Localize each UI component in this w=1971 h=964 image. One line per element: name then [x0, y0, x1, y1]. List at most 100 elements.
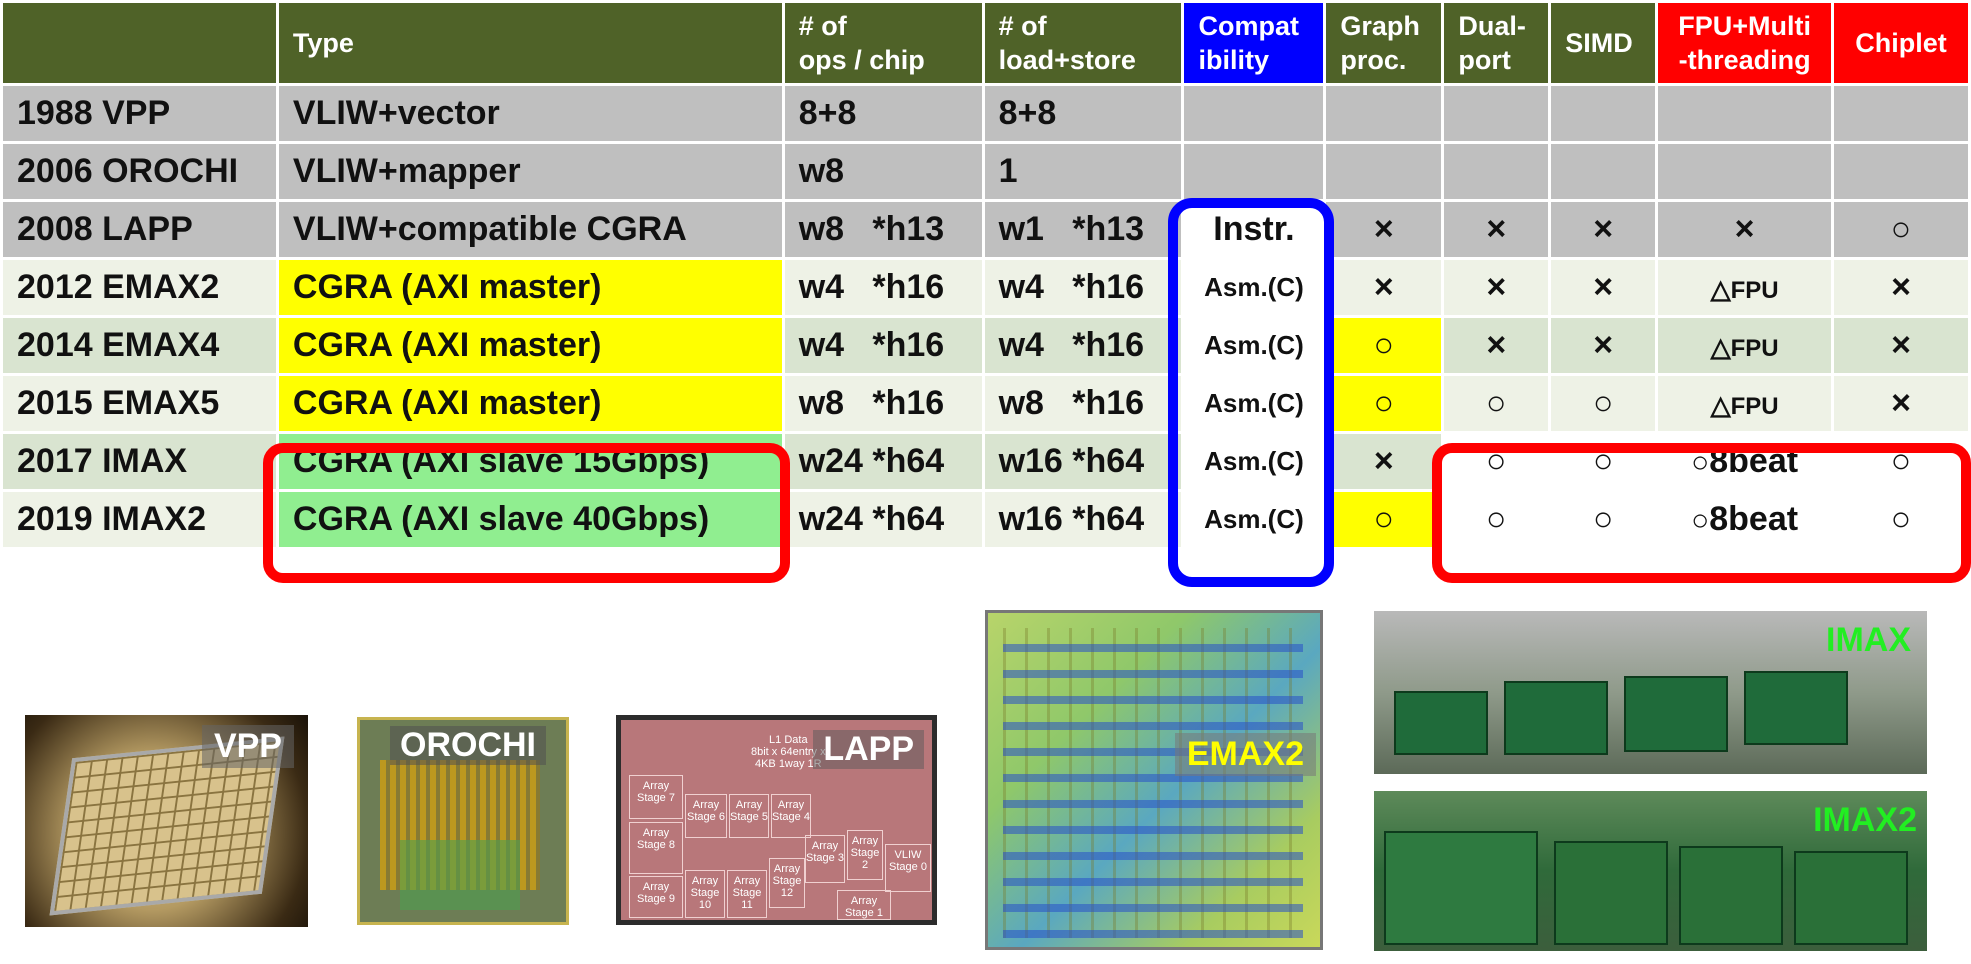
header-simd: SIMD: [1548, 0, 1659, 86]
comparison-table: Type # of ops / chip # of load+store Compa…: [0, 0, 1971, 550]
cell-graph: ○: [1323, 373, 1445, 434]
cell-type: CGRA (AXI slave 15Gbps): [275, 431, 785, 492]
cell-simd: ×: [1548, 199, 1659, 260]
cell-dual: ○: [1441, 489, 1552, 550]
triangle-icon: △: [1710, 332, 1731, 362]
orochi-label: OROCHI: [390, 726, 546, 765]
cell-graph: ×: [1323, 199, 1445, 260]
header-load-store: # of load+store: [981, 0, 1185, 86]
cell-ops: 8+8: [781, 83, 985, 144]
board: [1679, 846, 1783, 945]
cell-load-store: w4 *h16: [981, 257, 1185, 318]
cell-graph: [1323, 83, 1445, 144]
lapp-stage: Array Stage 9: [629, 876, 683, 918]
header-ops: # of ops / chip: [781, 0, 985, 86]
lapp-stage: Array Stage 1: [837, 890, 891, 920]
vpp-label: VPP: [201, 725, 294, 768]
cell-chiplet: ○: [1831, 431, 1971, 492]
cell-simd: [1548, 83, 1659, 144]
cell-compat: Asm.(C): [1181, 489, 1327, 550]
circle-icon: ○: [1691, 504, 1710, 537]
header-graph-proc: Graph proc.: [1323, 0, 1445, 86]
cell-compat: Asm.(C): [1181, 315, 1327, 376]
header-compatibility: Compat ibility: [1181, 0, 1327, 86]
vpp-chip-photo: VPP: [25, 715, 308, 927]
lapp-stage: Array Stage 5: [729, 794, 769, 838]
cell-fpu: ○8beat: [1655, 431, 1835, 492]
cell-simd: ○: [1548, 489, 1659, 550]
cell-graph: ×: [1323, 257, 1445, 318]
cell-dual: ×: [1441, 257, 1552, 318]
lapp-stage: Array Stage 11: [727, 870, 767, 918]
cell-type: VLIW+mapper: [275, 141, 785, 202]
cell-simd: ○: [1548, 373, 1659, 434]
cell-fpu: ○8beat: [1655, 489, 1835, 550]
cell-chiplet: ×: [1831, 373, 1971, 434]
header-chiplet: Chiplet: [1831, 0, 1971, 86]
cell-graph: ○: [1323, 315, 1445, 376]
cell-dual: ○: [1441, 431, 1552, 492]
cell-chiplet: ○: [1831, 489, 1971, 550]
imax-boards-photo: IMAX: [1374, 611, 1927, 774]
triangle-icon: △: [1710, 274, 1731, 304]
cell-simd: ○: [1548, 431, 1659, 492]
cell-fpu: △FPU: [1655, 373, 1835, 434]
cell-type: CGRA (AXI slave 40Gbps): [275, 489, 785, 550]
triangle-icon: △: [1710, 390, 1731, 420]
row-vpp: 1988 VPP VLIW+vector 8+8 8+8: [0, 83, 1971, 144]
cell-dual: ○: [1441, 373, 1552, 434]
cell-name: 2012 EMAX2: [0, 257, 279, 318]
cell-type: CGRA (AXI master): [275, 257, 785, 318]
cell-simd: [1548, 141, 1659, 202]
cell-simd: ×: [1548, 315, 1659, 376]
cell-ops: w4 *h16: [781, 257, 985, 318]
cell-compat: [1181, 83, 1327, 144]
cell-ops: w24 *h64: [781, 489, 985, 550]
emax2-die-photo: EMAX2: [985, 610, 1323, 950]
board: [1384, 831, 1538, 945]
die-region: [400, 840, 520, 910]
cell-graph: ×: [1323, 431, 1445, 492]
cell-load-store: w16 *h64: [981, 431, 1185, 492]
header-row: Type # of ops / chip # of load+store Compa…: [0, 0, 1971, 86]
cell-dual: [1441, 141, 1552, 202]
cell-chiplet: [1831, 83, 1971, 144]
lapp-stage: Array Stage 12: [769, 858, 805, 908]
lapp-stage: Array Stage 4: [771, 794, 811, 838]
cell-load-store: w16 *h64: [981, 489, 1185, 550]
board: [1744, 671, 1848, 745]
header-fpu-multithreading: FPU+Multi -threading: [1655, 0, 1835, 86]
imax2-label: IMAX2: [1813, 801, 1917, 839]
header-blank: [0, 0, 279, 86]
cell-load-store: w4 *h16: [981, 315, 1185, 376]
cell-type: CGRA (AXI master): [275, 315, 785, 376]
header-type: Type: [275, 0, 785, 86]
cell-fpu: [1655, 83, 1835, 144]
cell-chiplet: [1831, 141, 1971, 202]
cell-graph: ○: [1323, 489, 1445, 550]
cell-fpu: △FPU: [1655, 257, 1835, 318]
lapp-stage: Array Stage 7: [629, 775, 683, 819]
row-emax2: 2012 EMAX2 CGRA (AXI master) w4 *h16 w4 …: [0, 257, 1971, 318]
cell-fpu: △FPU: [1655, 315, 1835, 376]
row-emax5: 2015 EMAX5 CGRA (AXI master) w8 *h16 w8 …: [0, 373, 1971, 434]
lapp-die-photo: L1 Data 8bit x 64entry x 4KB 1way 1R Array…: [616, 715, 937, 925]
lapp-label: LAPP: [813, 730, 924, 769]
row-imax: 2017 IMAX CGRA (AXI slave 15Gbps) w24 *h…: [0, 431, 1971, 492]
cell-compat: Instr.: [1181, 199, 1327, 260]
cell-compat: Asm.(C): [1181, 431, 1327, 492]
board: [1554, 841, 1668, 945]
lapp-stage: Array Stage 8: [629, 822, 683, 874]
lapp-stage: Array Stage 2: [847, 830, 883, 880]
header-dual-port: Dual-port: [1441, 0, 1552, 86]
cell-compat: Asm.(C): [1181, 373, 1327, 434]
circle-icon: ○: [1691, 446, 1710, 479]
cell-name: 2008 LAPP: [0, 199, 279, 260]
imax-label: IMAX: [1826, 621, 1911, 659]
cell-simd: ×: [1548, 257, 1659, 318]
cell-name: 2014 EMAX4: [0, 315, 279, 376]
cell-ops: w4 *h16: [781, 315, 985, 376]
board: [1624, 676, 1728, 752]
cell-name: 2015 EMAX5: [0, 373, 279, 434]
board: [1794, 851, 1908, 945]
